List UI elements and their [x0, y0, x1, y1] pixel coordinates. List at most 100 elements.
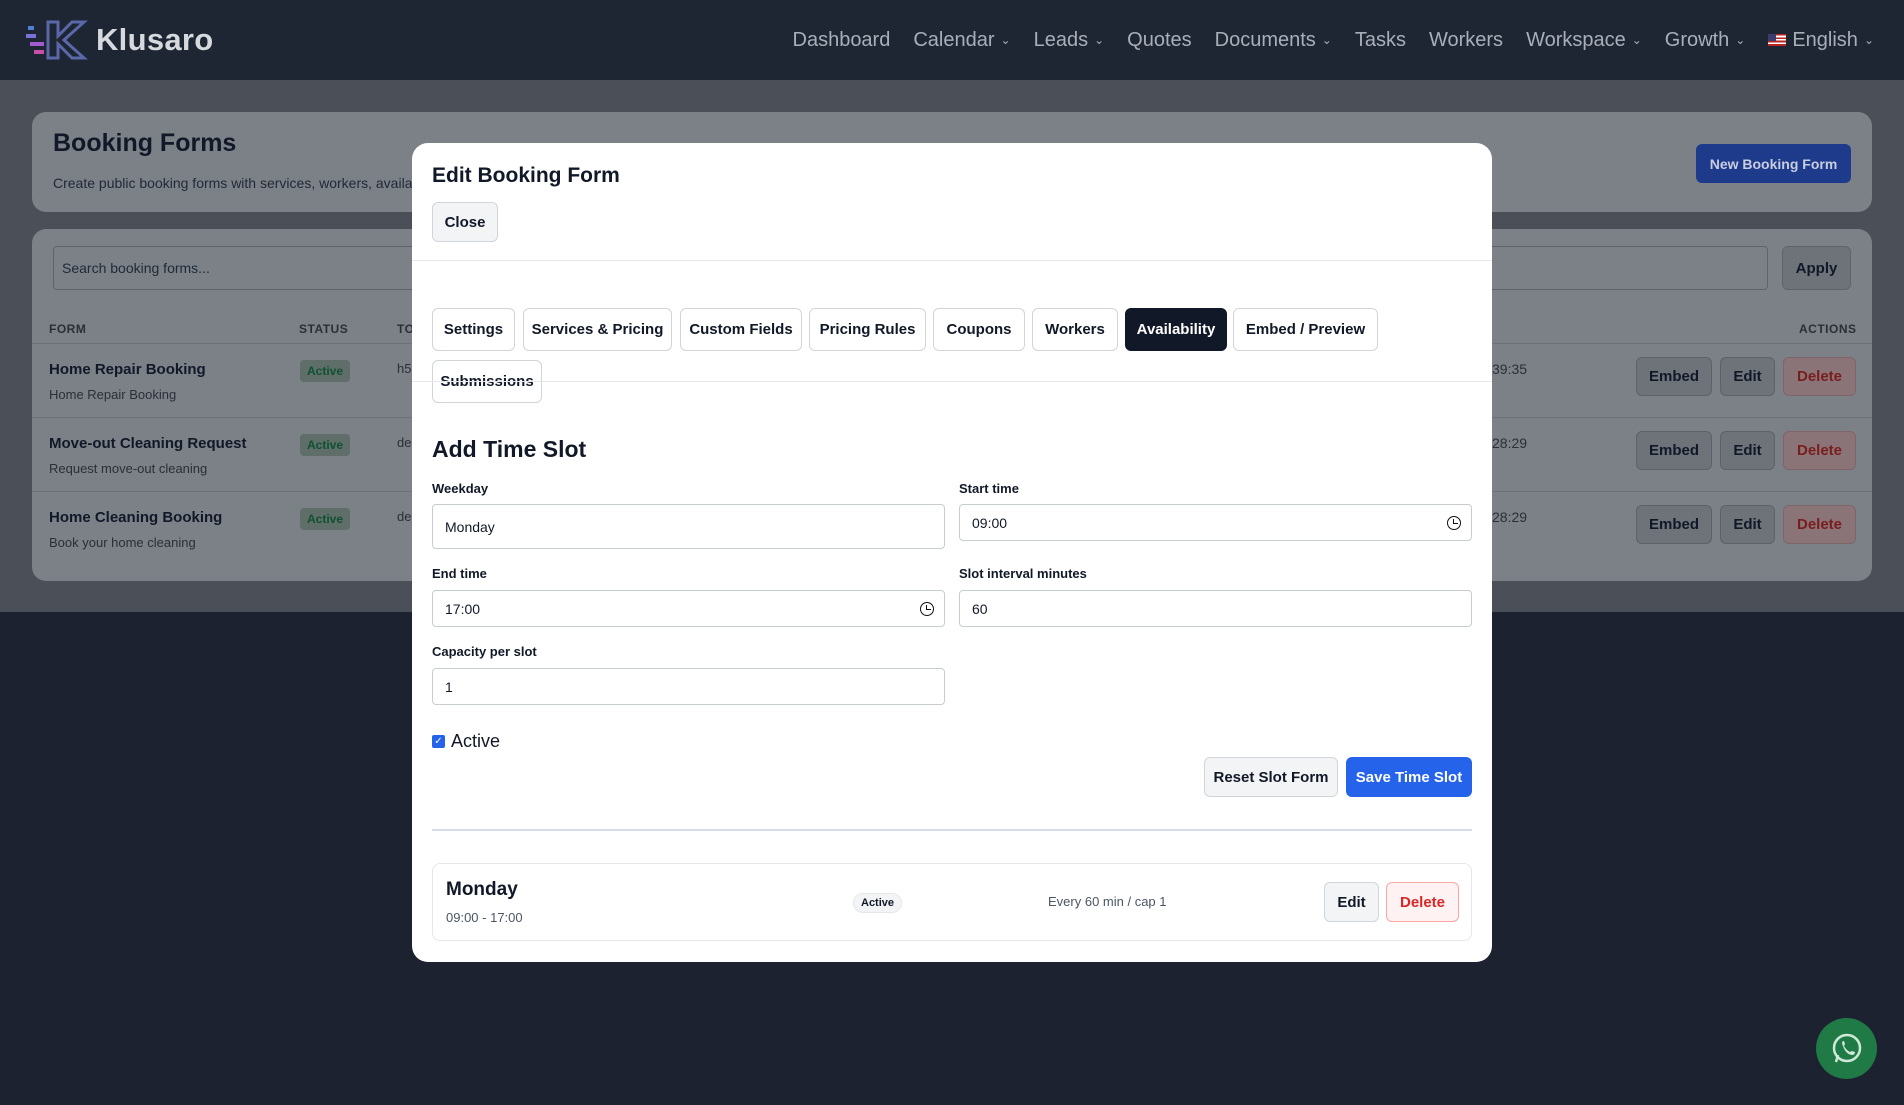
page-subtitle: Create public booking forms with service… — [53, 175, 430, 191]
nav-item-label: Leads — [1033, 28, 1089, 51]
clock-icon[interactable] — [920, 602, 934, 616]
capacity-label: Capacity per slot — [432, 644, 537, 659]
nav-item-label: Workspace — [1526, 28, 1626, 51]
nav-item-growth[interactable]: Growth ⌄ — [1665, 29, 1746, 52]
slot-edit-button[interactable]: Edit — [1324, 882, 1379, 922]
chevron-down-icon: ⌄ — [1094, 33, 1105, 47]
nav-item-workspace[interactable]: Workspace ⌄ — [1526, 29, 1642, 52]
nav-item-label: Growth — [1664, 28, 1730, 51]
form-token: de — [397, 435, 412, 450]
whatsapp-button[interactable] — [1816, 1018, 1877, 1079]
nav-item-documents[interactable]: Documents ⌄ — [1215, 29, 1332, 52]
edit-booking-form-modal: Edit Booking Form Close Settings Services… — [412, 143, 1492, 962]
nav-item-label: Calendar — [913, 28, 995, 51]
weekday-label: Weekday — [432, 481, 489, 496]
form-description: Home Repair Booking — [49, 387, 177, 402]
slot-time-range: 09:00 - 17:00 — [446, 910, 523, 925]
nav-item-quotes[interactable]: Quotes — [1127, 29, 1191, 52]
edit-button[interactable]: Edit — [1720, 505, 1775, 544]
slot-day: Monday — [446, 879, 518, 900]
modal-title: Edit Booking Form — [432, 164, 620, 187]
apply-button[interactable]: Apply — [1782, 246, 1851, 290]
status-badge: Active — [300, 360, 351, 382]
section-title: Add Time Slot — [432, 436, 587, 462]
form-description: Request move-out cleaning — [49, 461, 208, 476]
active-label: Active — [451, 731, 501, 751]
chevron-down-icon: ⌄ — [1863, 33, 1874, 47]
form-updated: 39:35 — [1492, 361, 1528, 377]
modal-divider — [412, 260, 1492, 261]
delete-button[interactable]: Delete — [1783, 357, 1856, 396]
column-header-actions: ACTIONS — [1799, 322, 1857, 336]
active-checkbox[interactable]: ✓ — [432, 735, 445, 748]
nav-item-label: Tasks — [1354, 28, 1406, 51]
slot-interval-input[interactable]: 60 — [959, 590, 1472, 627]
slot-interval-label: Slot interval minutes — [959, 566, 1087, 581]
weekday-select[interactable]: Monday — [432, 504, 945, 549]
slot-interval-info: Every 60 min / cap 1 — [1048, 894, 1167, 909]
nav-item-calendar[interactable]: Calendar ⌄ — [913, 29, 1010, 52]
brand-name: Klusaro — [96, 22, 214, 57]
form-updated: 28:29 — [1492, 509, 1528, 525]
capacity-input[interactable]: 1 — [432, 668, 945, 705]
start-time-input[interactable]: 09:00 — [959, 504, 1472, 541]
tab-settings[interactable]: Settings — [432, 308, 515, 351]
tab-services-pricing[interactable]: Services & Pricing — [523, 308, 672, 351]
nav-item-label: Documents — [1214, 28, 1316, 51]
end-time-label: End time — [432, 566, 487, 581]
logo-icon — [26, 20, 88, 60]
save-time-slot-button[interactable]: Save Time Slot — [1346, 757, 1472, 797]
edit-button[interactable]: Edit — [1720, 357, 1775, 396]
delete-button[interactable]: Delete — [1783, 505, 1856, 544]
embed-button[interactable]: Embed — [1636, 505, 1712, 544]
nav-item-label: Workers — [1428, 28, 1504, 51]
tab-pricing-rules[interactable]: Pricing Rules — [809, 308, 926, 351]
nav-item-workers[interactable]: Workers — [1429, 29, 1503, 52]
start-time-value: 09:00 — [972, 514, 1008, 531]
slot-status-badge: Active — [853, 893, 903, 913]
tab-coupons[interactable]: Coupons — [933, 308, 1025, 351]
page-title: Booking Forms — [53, 129, 237, 157]
us-flag-icon — [1768, 34, 1787, 46]
form-name[interactable]: Home Cleaning Booking — [49, 509, 222, 526]
nav-item-tasks[interactable]: Tasks — [1355, 29, 1406, 52]
tab-workers[interactable]: Workers — [1032, 308, 1118, 351]
brand-logo[interactable]: Klusaro — [26, 18, 214, 62]
tabs-divider — [412, 381, 1492, 382]
tab-availability[interactable]: Availability — [1125, 308, 1227, 351]
start-time-label: Start time — [959, 481, 1019, 496]
tab-embed-preview[interactable]: Embed / Preview — [1233, 308, 1378, 351]
status-badge: Active — [300, 434, 351, 456]
embed-button[interactable]: Embed — [1636, 431, 1712, 470]
language-selector[interactable]: English ⌄ — [1768, 29, 1874, 52]
tab-custom-fields[interactable]: Custom Fields — [680, 308, 802, 351]
new-booking-form-button[interactable]: New Booking Form — [1696, 144, 1851, 183]
form-token: h5 — [397, 361, 412, 376]
chevron-down-icon: ⌄ — [1000, 33, 1011, 47]
close-button[interactable]: Close — [432, 202, 498, 242]
top-navigation: Klusaro Dashboard Calendar ⌄ Leads ⌄ Quotes Do… — [0, 0, 1904, 80]
end-time-input[interactable]: 17:00 — [432, 590, 945, 627]
chevron-down-icon: ⌄ — [1321, 33, 1332, 47]
language-label: English — [1792, 28, 1858, 51]
form-name[interactable]: Home Repair Booking — [49, 361, 206, 378]
active-checkbox-row[interactable]: ✓ Active — [432, 731, 500, 752]
chevron-down-icon: ⌄ — [1631, 33, 1642, 47]
nav-item-label: Quotes — [1127, 28, 1192, 51]
embed-button[interactable]: Embed — [1636, 357, 1712, 396]
end-time-value: 17:00 — [445, 600, 481, 617]
nav-item-leads[interactable]: Leads ⌄ — [1034, 29, 1105, 52]
column-header-status: STATUS — [299, 322, 349, 336]
form-name[interactable]: Move-out Cleaning Request — [49, 435, 247, 452]
reset-slot-form-button[interactable]: Reset Slot Form — [1204, 757, 1338, 797]
nav-item-dashboard[interactable]: Dashboard — [793, 29, 891, 52]
main-nav: Dashboard Calendar ⌄ Leads ⌄ Quotes Documents ⌄… — [793, 0, 1875, 80]
whatsapp-icon — [1832, 1033, 1861, 1062]
clock-icon[interactable] — [1447, 516, 1461, 530]
slot-delete-button[interactable]: Delete — [1386, 882, 1459, 922]
form-description: Book your home cleaning — [49, 535, 196, 550]
edit-button[interactable]: Edit — [1720, 431, 1775, 470]
delete-button[interactable]: Delete — [1783, 431, 1856, 470]
form-token: de — [397, 509, 412, 524]
section-divider — [432, 829, 1472, 831]
